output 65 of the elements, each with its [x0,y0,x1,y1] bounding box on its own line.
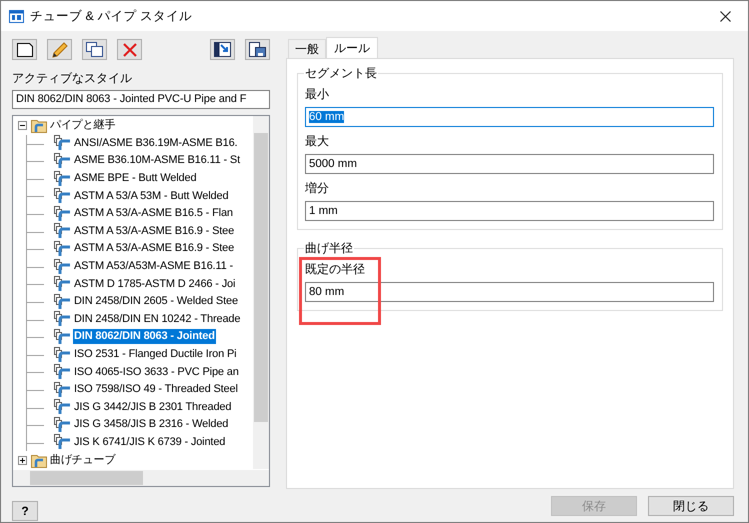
collapse-icon[interactable] [18,121,27,130]
tree-item[interactable]: ASTM A 53/A-ASME B16.9 - Stee [73,241,236,256]
input-field[interactable]: 80 mm [305,282,714,302]
active-style-field[interactable]: DIN 8062/DIN 8063 - Jointed PVC-U Pipe and F [12,90,270,109]
tree-item[interactable]: ASME B36.10M-ASME B16.11 - St [73,153,242,168]
tree-item[interactable]: ASME BPE - Butt Welded [73,171,198,186]
field-label: 最大 [305,133,330,150]
group-title: 曲げ半径 [304,241,354,255]
input-field[interactable]: 1 mm [305,201,714,221]
delete-icon [122,42,136,56]
pipe-elbow-icon [54,152,71,169]
expand-icon[interactable] [18,456,27,465]
save-library-button[interactable] [245,39,270,60]
pipe-elbow-icon [54,434,71,450]
folder-icon [31,118,47,134]
tree-item[interactable]: JIS G 3458/JIS B 2316 - Welded [73,417,230,432]
tree-item[interactable]: 曲げチューブ [49,452,116,468]
tree-item[interactable]: ASTM A 53/A-ASME B16.9 - Stee [73,224,236,239]
tree-item[interactable]: DIN 2458/DIN EN 10242 - Threade [73,312,242,327]
window-title: チューブ & パイプ スタイル [30,8,192,24]
tree-item[interactable]: JIS G 3442/JIS B 2301 Threaded [73,400,232,415]
help-button[interactable]: ? [12,501,38,521]
tab[interactable]: ルール [326,37,378,58]
active-style-label: アクティブなスタイル [12,70,133,87]
pipe-elbow-icon [54,382,71,398]
input-field[interactable]: 60 mm [305,107,714,127]
pipe-elbow-icon [54,206,71,222]
field-label: 増分 [305,180,330,197]
pipe-elbow-icon [54,416,71,433]
close-icon[interactable] [720,10,731,22]
app-icon [9,10,24,22]
tree-item[interactable]: ASTM A 53/A-ASME B16.5 - Flan [73,206,234,222]
pipe-elbow-icon [54,240,71,257]
floppy-icon [249,42,266,57]
copy-button[interactable] [82,39,107,60]
field-label: 最小 [305,86,330,103]
pipe-elbow-icon [54,294,71,310]
tree-item[interactable]: ISO 7598/ISO 49 - Threaded Steel [73,382,239,398]
tree-item[interactable]: JIS K 6741/JIS K 6739 - Jointed [73,434,226,450]
tree-item[interactable]: ISO 2531 - Flanged Ductile Iron Pi [73,347,238,362]
edit-button[interactable] [47,39,72,60]
tree-item[interactable]: ASTM D 1785-ASTM D 2466 - Joi [73,276,236,292]
group-title: セグメント長 [304,66,378,80]
import-button[interactable] [210,39,235,60]
tree-item[interactable]: パイプと継手 [49,118,116,134]
tree-item[interactable]: ANSI/ASME B36.19M-ASME B16. [73,136,238,151]
tree-item[interactable]: DIN 2458/DIN 2605 - Welded Stee [73,294,239,310]
folder-icon [31,452,47,468]
tab[interactable]: 一般 [288,39,326,58]
field-label: 既定の半径 [305,261,366,278]
copy-icon [86,42,103,57]
tree-item[interactable]: ASTM A 53/A 53M - Butt Welded [73,188,230,204]
delete-button[interactable] [117,39,142,60]
page-icon [16,42,32,56]
import-icon [214,42,231,57]
tree-item[interactable]: ASTM A53/A53M-ASME B16.11 - [73,259,234,274]
tree-item[interactable]: ISO 4065-ISO 3633 - PVC Pipe an [73,364,240,380]
close-button[interactable]: 閉じる [648,496,734,516]
horizontal-scrollbar[interactable] [13,470,269,486]
input-field[interactable]: 5000 mm [305,154,714,174]
tree-item[interactable]: DIN 8062/DIN 8063 - Jointed [73,329,216,344]
pipe-elbow-icon [54,328,71,345]
pencil-icon [52,42,68,58]
new-button[interactable] [12,39,37,60]
vertical-scrollbar[interactable] [253,116,269,469]
